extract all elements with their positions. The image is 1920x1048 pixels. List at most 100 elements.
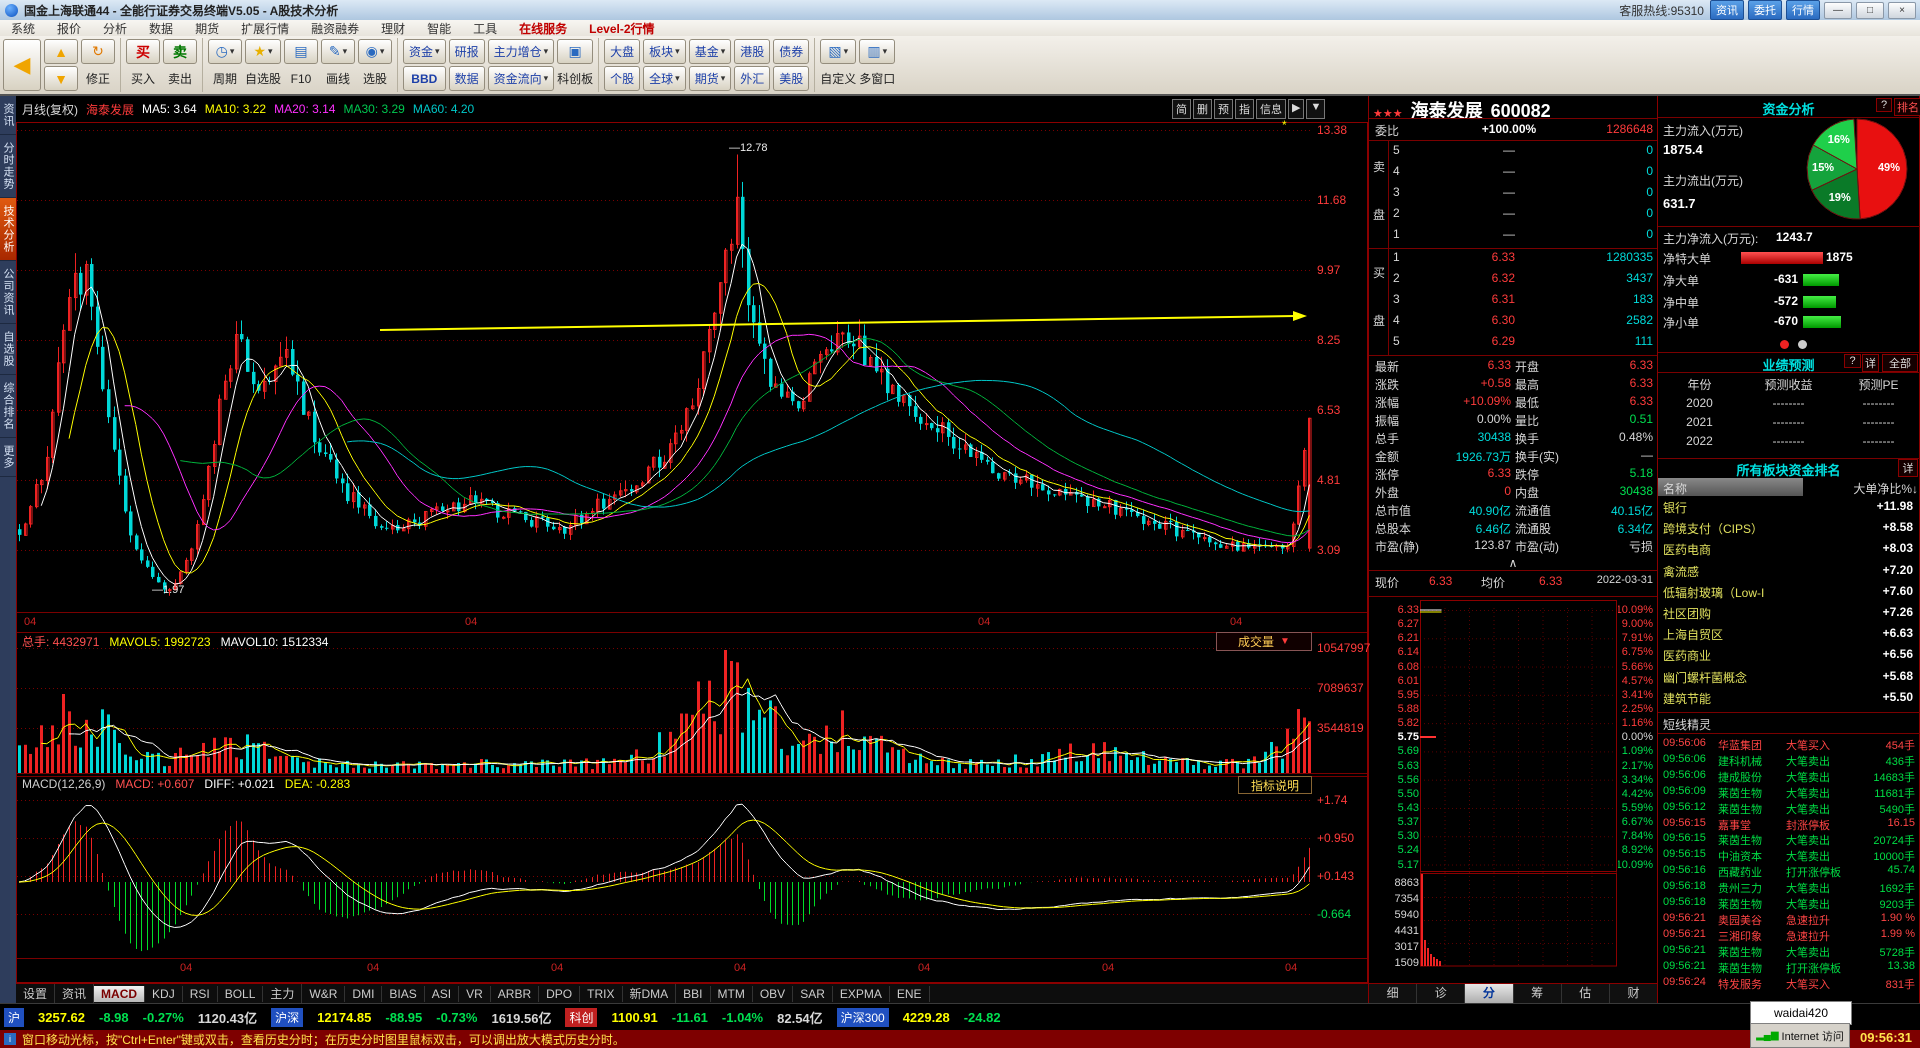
sidebar-item-4[interactable]: 自选股 (0, 324, 16, 375)
sidebar-item-5[interactable]: 综合排名 (0, 375, 16, 438)
intraday-mini-chart-canvas[interactable] (1420, 600, 1618, 972)
menu-item-2[interactable]: 分析 (92, 20, 138, 37)
indicator-tab-TRIX[interactable]: TRIX (580, 985, 623, 1002)
toolbar-label-多窗口[interactable]: 多窗口 (859, 66, 895, 91)
index-badge-沪深[interactable]: 沪深 (271, 1007, 304, 1027)
fund-help-button[interactable]: ? (1876, 98, 1892, 112)
f10-button[interactable]: ▤ (284, 39, 319, 64)
toolbar-button-外汇[interactable]: 外汇 (734, 66, 771, 91)
mini-tab-细[interactable]: 细 (1369, 984, 1418, 1004)
toolbar-button-基金[interactable]: 基金 ▾ (688, 39, 732, 64)
indicator-tab-EXPMA[interactable]: EXPMA (833, 985, 890, 1002)
sidebar-item-6[interactable]: 更多 (0, 438, 16, 477)
quotes-button[interactable]: 行情 (1786, 0, 1820, 20)
toolbar-button-港股[interactable]: 港股 (734, 39, 771, 64)
indicator-tab-KDJ[interactable]: KDJ (145, 985, 183, 1002)
refresh-button[interactable]: ↻ (81, 39, 115, 64)
mini-tab-分[interactable]: 分 (1465, 984, 1514, 1004)
indicator-tab-MACD[interactable]: MACD (94, 985, 146, 1002)
toolbar-button-资金流向[interactable]: 资金流向 ▾ (487, 66, 555, 91)
menu-item-5[interactable]: 扩展行情 (230, 20, 300, 37)
index-badge-科创[interactable]: 科创 (565, 1007, 598, 1027)
indicator-tab-新DMA[interactable]: 新DMA (623, 984, 677, 1003)
toolbar-button-资金[interactable]: 资金 ▾ (403, 39, 446, 64)
toolbar-button-BBD[interactable]: BBD (403, 66, 446, 91)
menu-item-10[interactable]: 在线服务 (508, 20, 578, 37)
indicator-tab-MTM[interactable]: MTM (711, 985, 753, 1002)
indicator-tab-SAR[interactable]: SAR (793, 985, 833, 1002)
multiwindow-button[interactable]: ▥ ▾ (859, 39, 896, 64)
menu-item-11[interactable]: Level-2行情 (578, 20, 665, 37)
menu-item-9[interactable]: 工具 (462, 20, 508, 37)
buy-button[interactable]: 买 (126, 39, 160, 64)
page-dot-active[interactable] (1780, 340, 1789, 349)
chart-button-预[interactable]: 预 (1214, 99, 1233, 119)
toolbar-button-个股[interactable]: 个股 (604, 66, 641, 91)
connection-status[interactable]: ▂▄▆ Internet 访问 (1750, 1023, 1850, 1048)
toolbar-button-期货[interactable]: 期货 ▾ (688, 66, 732, 91)
news-button[interactable]: 资讯 (1710, 0, 1744, 20)
toolbar-label-自定义[interactable]: 自定义 (820, 66, 856, 91)
sell-button[interactable]: 卖 (163, 39, 197, 64)
mini-tab-筹[interactable]: 筹 (1514, 984, 1562, 1004)
toolbar-label-修正[interactable]: 修正 (81, 66, 115, 91)
indicator-tab-ARBR[interactable]: ARBR (491, 985, 540, 1002)
page-dot[interactable] (1798, 340, 1807, 349)
account-box[interactable]: waidai420 (1750, 1001, 1852, 1025)
sidebar-item-2[interactable]: 技术分析 (0, 198, 16, 261)
toolbar-label-科创板[interactable]: 科创板 (557, 66, 593, 91)
back-button[interactable]: ◀ (3, 39, 41, 91)
forecast-button-1[interactable]: 详 (1862, 354, 1879, 372)
sidebar-item-0[interactable]: 资讯 (0, 96, 16, 135)
forecast-all-button[interactable]: 全部 (1882, 354, 1918, 372)
restore-button[interactable]: □ (1856, 1, 1884, 19)
indicator-tab-设置[interactable]: 设置 (16, 984, 56, 1003)
menu-item-3[interactable]: 数据 (138, 20, 184, 37)
mini-tab-估[interactable]: 估 (1562, 984, 1610, 1004)
menu-item-7[interactable]: 理财 (370, 20, 416, 37)
toolbar-button-债券[interactable]: 债券 (773, 39, 810, 64)
indicator-tab-RSI[interactable]: RSI (183, 985, 218, 1002)
toolbar-button-板块[interactable]: 板块 ▾ (643, 39, 686, 64)
volume-indicator-dropdown[interactable]: 成交量 ▼ (1216, 632, 1312, 651)
indicator-tab-BIAS[interactable]: BIAS (382, 985, 425, 1002)
stockpick-button[interactable]: ◉ ▾ (358, 39, 393, 64)
forecast-button-0[interactable]: ? (1844, 354, 1861, 368)
toolbar-label-自选股[interactable]: 自选股 (245, 66, 281, 91)
indicator-tab-DMI[interactable]: DMI (345, 985, 383, 1002)
toolbar-label-周期[interactable]: 周期 (208, 66, 242, 91)
indicator-tab-主力[interactable]: 主力 (263, 984, 303, 1003)
indicator-tab-DPO[interactable]: DPO (539, 985, 581, 1002)
index-badge-沪[interactable]: 沪 (4, 1007, 25, 1027)
toolbar-button-数据[interactable]: 数据 (448, 66, 485, 91)
indicator-tab-OBV[interactable]: OBV (753, 985, 794, 1002)
indicator-tab-ENE[interactable]: ENE (890, 985, 930, 1002)
toolbar-label-买入[interactable]: 买入 (126, 66, 160, 91)
up-button[interactable]: ▲ (44, 39, 78, 64)
toolbar-label-卖出[interactable]: 卖出 (163, 66, 197, 91)
sidebar-item-1[interactable]: 分时走势 (0, 135, 16, 198)
indicator-tab-BBI[interactable]: BBI (676, 985, 711, 1002)
down-button[interactable]: ▼ (44, 66, 78, 91)
indicator-help-button[interactable]: 指标说明 (1238, 776, 1312, 794)
toolbar-button-研报[interactable]: 研报 (448, 39, 485, 64)
toolbar-button-全球[interactable]: 全球 ▾ (643, 66, 686, 91)
index-badge-沪深300[interactable]: 沪深300 (836, 1007, 889, 1027)
menu-item-6[interactable]: 融资融券 (300, 20, 370, 37)
chart-button-简[interactable]: 简 (1172, 99, 1191, 119)
toolbar-button-大盘[interactable]: 大盘 (604, 39, 641, 64)
mini-tab-财[interactable]: 财 (1610, 984, 1659, 1004)
indicator-tab-BOLL[interactable]: BOLL (218, 985, 264, 1002)
toolbar-label-画线[interactable]: 画线 (321, 66, 355, 91)
kline-chart-canvas[interactable] (17, 123, 1313, 958)
watchlist-button[interactable]: ★ ▾ (245, 39, 282, 64)
indicator-tab-ASI[interactable]: ASI (425, 985, 460, 1002)
chart-button-指[interactable]: 指 (1235, 99, 1254, 119)
close-button[interactable]: × (1888, 1, 1916, 19)
mini-tab-诊[interactable]: 诊 (1417, 984, 1466, 1004)
drawline-button[interactable]: ✎ ▾ (321, 39, 356, 64)
chart-button-▼[interactable]: ▼ (1306, 99, 1326, 119)
menu-item-4[interactable]: 期货 (184, 20, 230, 37)
custom-button[interactable]: ▧ ▾ (820, 39, 857, 64)
toolbar-button-主力增仓[interactable]: 主力增仓 ▾ (487, 39, 555, 64)
